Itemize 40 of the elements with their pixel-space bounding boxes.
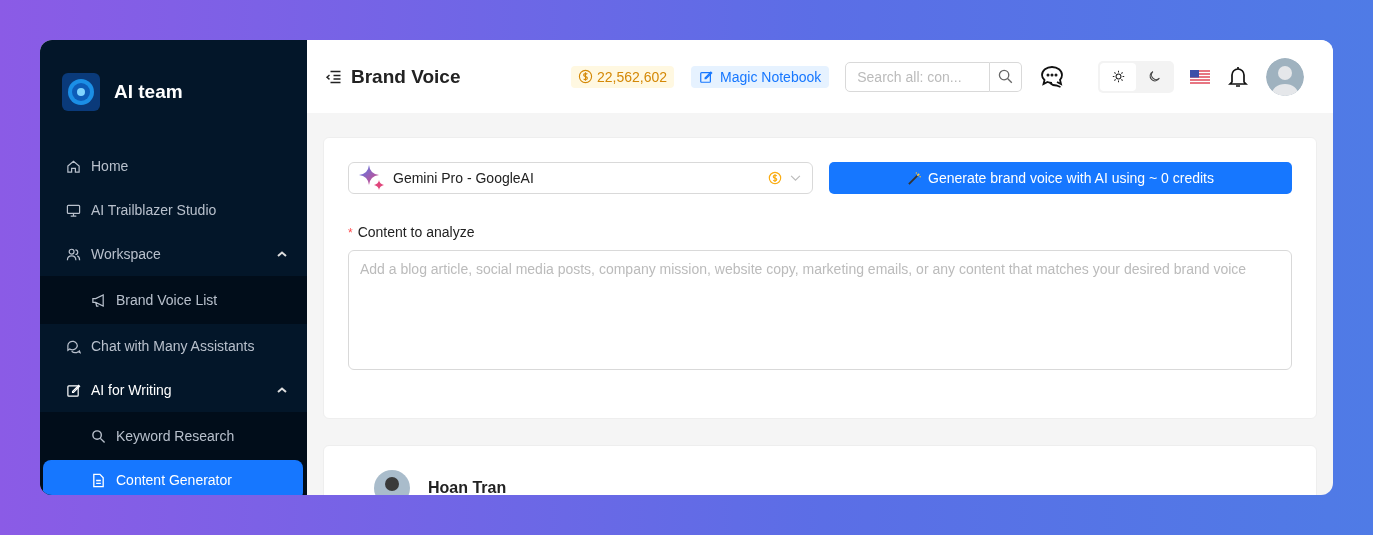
moon-icon [1147,70,1161,83]
credits-amount: 22,562,602 [597,68,668,85]
chat-icon [66,338,81,354]
document-icon [91,472,106,488]
search-button[interactable] [990,61,1023,92]
edit-icon [699,69,714,84]
search-icon [91,428,106,444]
search-field[interactable]: Search all: con... [845,61,991,92]
model-select[interactable]: Gemini Pro - GoogleAI [348,162,813,194]
sun-icon [1111,70,1125,83]
sparkle-icon [359,165,385,191]
brand-name: AI team [114,81,183,103]
sidebar-item[interactable]: Keyword Research [43,412,303,460]
content-input[interactable]: Add a blog article, social media posts, company mission, website copy, marketing emails, or any content that matches your desired brand voice [348,250,1292,370]
search-icon [998,69,1014,84]
chevron-down-icon [790,174,801,182]
edit-icon [66,382,81,398]
field-label: * Content to analyze [348,224,476,240]
magic-wand-icon [907,170,922,186]
sidebar-item[interactable]: Content Generator [43,460,303,495]
logo-icon [62,73,100,111]
light-mode-button[interactable] [1100,62,1137,91]
sidebar-item[interactable]: Chat with Many Assistants [40,324,307,368]
sidebar-item[interactable]: AI for Writing [40,368,307,412]
flag-icon[interactable] [1190,69,1211,84]
megaphone-icon [91,292,106,308]
home-icon [66,158,81,174]
menu-icon[interactable] [325,69,342,84]
sidebar-item[interactable]: AI Trailblazer Studio [40,188,307,232]
sidebar-item[interactable]: Workspace [40,232,307,276]
notification-icon[interactable] [1228,64,1249,89]
monitor-icon [66,202,81,218]
magic-notebook-button[interactable]: Magic Notebook [691,65,830,88]
coin-icon [578,69,593,84]
coin-icon [768,171,782,185]
author-name: Hoan Tran [428,479,507,495]
generate-button[interactable]: Generate brand voice with AI using ~ 0 credits [829,162,1292,194]
sidebar-item[interactable]: Home [40,144,307,188]
users-icon [66,246,81,262]
page-title: Brand Voice [351,65,462,88]
